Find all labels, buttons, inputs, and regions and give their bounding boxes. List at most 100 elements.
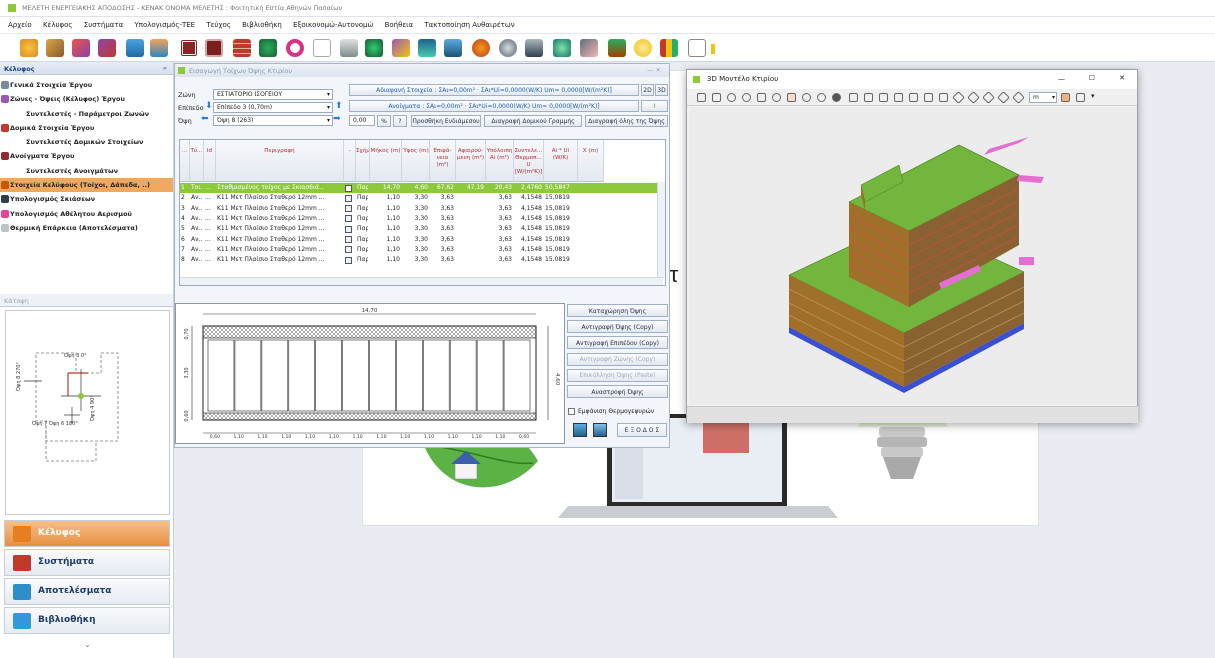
elevation-drawing[interactable]: 14,70 4,60 0,70 3,30 0,60 0,60 1,10 1,10 1,10 1,1… bbox=[175, 303, 565, 444]
nav-button[interactable]: Κέλυφος bbox=[4, 520, 170, 547]
arrow-left-icon[interactable]: ⬅ bbox=[201, 114, 209, 124]
house-icon[interactable] bbox=[150, 39, 168, 57]
tree-item[interactable]: Υπολογισμός Σκιάσεων bbox=[0, 192, 173, 206]
solid-sphere-icon[interactable] bbox=[832, 93, 841, 102]
opaque-summary-button[interactable]: Αδιαφανή Στοιχεία : ΣΑι=0,00m² · ΣΑι*Ui=… bbox=[349, 84, 639, 96]
opsi-select[interactable]: Όψη 8 (263) ▾ bbox=[213, 115, 333, 126]
view-2d-button[interactable]: 2D bbox=[641, 84, 654, 96]
row-checkbox[interactable] bbox=[345, 215, 352, 223]
menu-report[interactable]: Τεύχος bbox=[206, 21, 231, 29]
fan-icon[interactable] bbox=[499, 39, 517, 57]
meter-icon[interactable] bbox=[418, 39, 436, 57]
sphere-icon[interactable] bbox=[817, 93, 826, 102]
pipe-icon[interactable] bbox=[392, 39, 410, 57]
exit-button[interactable]: Ε Ξ Ο Δ Ο Σ bbox=[617, 423, 667, 437]
row-checkbox[interactable] bbox=[345, 225, 352, 233]
tree-item[interactable]: Υπολογισμός Αθέλητου Αερισμού bbox=[0, 207, 173, 221]
row-checkbox[interactable] bbox=[345, 184, 352, 192]
tree-item[interactable]: Συντελεστές Δομικών Στοιχείων bbox=[0, 135, 173, 149]
tree-item[interactable]: Συντελεστές Ανοιγμάτων bbox=[0, 164, 173, 178]
column-header[interactable]: Υπόλοιπη Ai (m²) bbox=[486, 140, 514, 182]
nav-more-icon[interactable]: ⌄ bbox=[84, 640, 91, 649]
action-button[interactable]: Επικόλληση Όψης (Paste) bbox=[567, 368, 668, 382]
row-checkbox[interactable] bbox=[345, 256, 352, 264]
nav-button[interactable]: Αποτελέσματα bbox=[4, 578, 170, 605]
plant-icon[interactable] bbox=[365, 39, 383, 57]
table-row[interactable]: 4 Αν...... Κ11 Μετ Πλαίσιο Σταθερό 12mm ..… bbox=[180, 214, 663, 224]
orbit-icon[interactable] bbox=[802, 93, 811, 102]
view-iso2-icon[interactable] bbox=[952, 91, 965, 104]
window-icon[interactable] bbox=[180, 39, 198, 57]
heater-icon[interactable] bbox=[472, 39, 490, 57]
table-row[interactable]: 2 Αν...... Κ11 Μετ Πλαίσιο Σταθερό 12mm ..… bbox=[180, 193, 663, 203]
tree-icon[interactable] bbox=[259, 39, 277, 57]
tree-item[interactable]: Ανοίγματα Έργου bbox=[0, 149, 173, 163]
snowflake-icon[interactable] bbox=[553, 39, 571, 57]
zone-select[interactable]: ΕΣΤΙΑΤΟΡΙΟ ΙΣΟΓΕΙΟΥ ▾ bbox=[213, 89, 333, 100]
view-bottom-icon[interactable] bbox=[924, 93, 933, 102]
column-header[interactable]: Μήκος (m) bbox=[370, 140, 402, 182]
solar-icon[interactable] bbox=[444, 39, 462, 57]
column-header[interactable]: Id bbox=[204, 140, 216, 182]
column-header[interactable]: ... bbox=[180, 140, 190, 182]
palm-icon[interactable] bbox=[608, 39, 626, 57]
tree-item[interactable]: Στοιχεία Κελύφους (Τοίχοι, Δάπεδα, ..) bbox=[0, 178, 173, 193]
nav-button[interactable]: Βιβλιοθήκη bbox=[4, 607, 170, 634]
close-button[interactable]: ✕ bbox=[1119, 74, 1125, 82]
eraser-icon[interactable] bbox=[1076, 93, 1085, 102]
column-header[interactable]: Τύ... bbox=[190, 140, 204, 182]
bulb-icon[interactable] bbox=[634, 39, 652, 57]
save-icon[interactable] bbox=[712, 93, 721, 102]
column-header[interactable]: - bbox=[344, 140, 356, 182]
table-row[interactable]: 7 Αν...... Κ11 Μετ Πλαίσιο Σταθερό 12mm ..… bbox=[180, 245, 663, 255]
row-checkbox[interactable] bbox=[345, 246, 352, 254]
action-button[interactable]: Αντιγραφή Όψης (Copy) bbox=[567, 320, 668, 334]
target-icon[interactable] bbox=[772, 93, 781, 102]
view-front-icon[interactable] bbox=[849, 93, 858, 102]
chart-icon[interactable] bbox=[660, 39, 678, 57]
building-icon[interactable] bbox=[126, 39, 144, 57]
column-header[interactable]: Ai * Ui (W/K) bbox=[544, 140, 578, 182]
percent-input[interactable]: 0,00 bbox=[349, 115, 375, 126]
action-button[interactable]: Αναστροφή Όψης bbox=[567, 385, 668, 398]
maximize-button[interactable]: ☐ bbox=[1089, 74, 1095, 82]
open-icon[interactable] bbox=[697, 93, 706, 102]
action-button[interactable]: Καταχώρηση Όψης bbox=[567, 304, 668, 317]
dialog-controls[interactable]: — ✕ bbox=[647, 66, 661, 74]
minimize-button[interactable]: — bbox=[1058, 75, 1065, 83]
view-iso4-icon[interactable] bbox=[982, 91, 995, 104]
help-button[interactable]: ? bbox=[393, 115, 407, 127]
view-iso5-icon[interactable] bbox=[997, 91, 1010, 104]
wand-icon[interactable] bbox=[46, 39, 64, 57]
view-back-icon[interactable] bbox=[864, 93, 873, 102]
tree-item[interactable]: Ζώνες - Όψεις (Κέλυφος) Έργου bbox=[0, 92, 173, 106]
column-header[interactable]: Σχήμα bbox=[356, 140, 370, 182]
menu-library[interactable]: Βιβλιοθήκη bbox=[242, 21, 282, 29]
table-row[interactable]: 6 Αν...... Κ11 Μετ Πλαίσιο Σταθερό 12mm ..… bbox=[180, 235, 663, 245]
view-top-icon[interactable] bbox=[909, 93, 918, 102]
cable-icon[interactable] bbox=[580, 39, 598, 57]
alert-button[interactable]: ! bbox=[641, 100, 668, 112]
arrow-down-icon[interactable]: ⬇ bbox=[205, 101, 213, 111]
menu-calculation[interactable]: Υπολογισμός-ΤΕΕ bbox=[134, 21, 195, 29]
floorplan-view[interactable]: Όψη 3 0° Όψη 7 Όψη 6 180° Όψη 8 270° Όψη… bbox=[5, 310, 170, 515]
column-header[interactable]: Συντελε... Θερμοπ... U [W/(m²K)] bbox=[514, 140, 544, 182]
column-header[interactable]: Αφαιρού-μενη (m²) bbox=[456, 140, 486, 182]
view-left-icon[interactable] bbox=[879, 93, 888, 102]
row-checkbox[interactable] bbox=[345, 205, 352, 213]
menu-unauthorized[interactable]: Τακτοποίηση Αυθαιρέτων bbox=[424, 21, 514, 29]
open-project-icon[interactable] bbox=[20, 39, 38, 57]
tree-item[interactable]: Θερμική Επάρκεια (Αποτελέσματα) bbox=[0, 221, 173, 235]
tree-item[interactable]: Συντελεστές - Παράμετροι Ζωνών bbox=[0, 107, 173, 121]
view-3d-button[interactable]: 3D bbox=[655, 84, 668, 96]
menu-savings[interactable]: Εξοικονομώ-Αυτονομώ bbox=[293, 21, 373, 29]
excel-export-icon[interactable] bbox=[573, 423, 587, 437]
column-header[interactable]: Ύψος (m) bbox=[402, 140, 430, 182]
table-scrollbar-v[interactable] bbox=[657, 182, 665, 278]
column-header[interactable]: Επιφά-νεια (m²) bbox=[430, 140, 456, 182]
action-button[interactable]: Αντιγραφή Επιπέδου (Copy) bbox=[567, 336, 668, 350]
wall-icon[interactable] bbox=[233, 39, 251, 57]
select-icon[interactable] bbox=[787, 93, 796, 102]
arrow-up-icon[interactable]: ⬆ bbox=[335, 101, 343, 111]
table-row[interactable]: 8 Αν...... Κ11 Μετ Πλαίσιο Σταθερό 12mm ..… bbox=[180, 255, 663, 265]
